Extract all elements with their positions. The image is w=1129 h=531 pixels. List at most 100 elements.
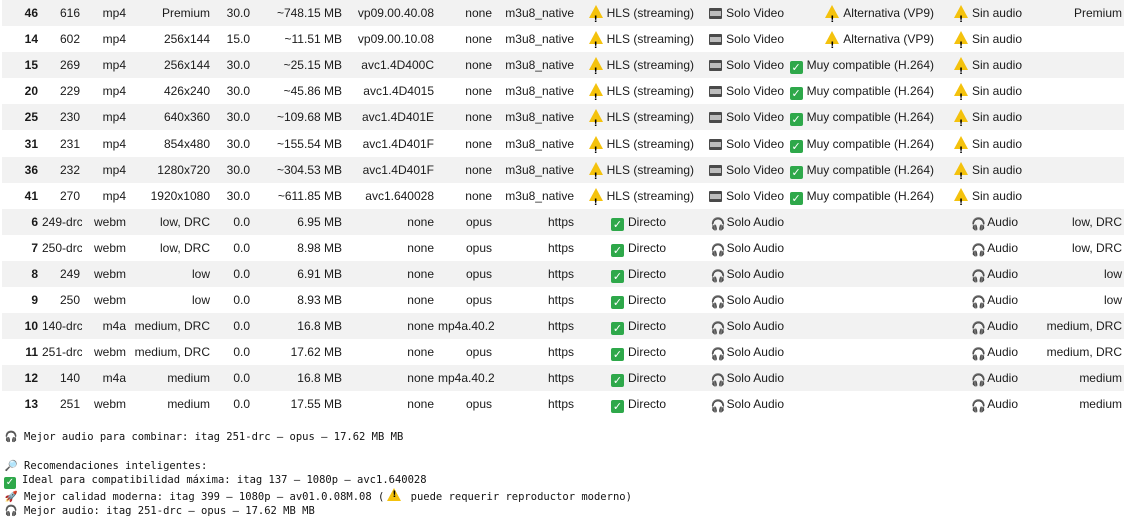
cell-size: ~155.54 MB [252, 130, 344, 157]
vcodec-text: vp09.00.10.08 [357, 32, 434, 47]
type-text: Solo Audio [726, 397, 784, 412]
cell-type: Solo Video [696, 52, 786, 79]
cell-size: 8.98 MB [252, 234, 344, 261]
cell-prot: ✓ Directo [576, 208, 696, 235]
audio-text: Audio [987, 214, 1018, 229]
num-text: 13 [24, 397, 38, 412]
type-text: Solo Video [726, 58, 784, 73]
rec-audio-text: Mejor audio: itag 251-drc — opus — 17.62… [24, 505, 315, 517]
cell-note [1024, 182, 1124, 209]
film-icon [709, 164, 723, 176]
cell-fps: 30.0 [212, 104, 252, 131]
cell-fps: 30.0 [212, 182, 252, 209]
cell-type: 🎧Solo Audio [696, 260, 786, 288]
table-row[interactable]: 25 230 mp4 640x360 30.0 ~109.68 MB avc1.4D401E… [2, 104, 1124, 131]
warning-icon [588, 57, 603, 78]
itag-text: 140-drc [42, 319, 82, 334]
cell-compat: ✓ Muy compatible (H.264) [786, 130, 936, 157]
audio-text: Sin audio [971, 84, 1022, 99]
cell-type: 🎧Solo Audio [696, 208, 786, 235]
headphones-icon: 🎧 [710, 373, 726, 388]
cell-audio: 🎧Audio [936, 208, 1024, 235]
best-audio-text: Mejor audio para combinar: itag 251-drc … [24, 431, 404, 443]
proto-text: https [547, 345, 574, 360]
cell-itag: 602 [40, 26, 82, 53]
table-row[interactable]: 7 250-drc webm low, DRC 0.0 8.98 MB none opus ht… [2, 234, 1124, 261]
table-row[interactable]: 9 250 webm low 0.0 8.93 MB none opus https ✓ Direc… [2, 287, 1124, 314]
acodec-text: mp4a.40.2 [438, 371, 494, 386]
cell-ext: mp4 [82, 182, 128, 209]
proto-text: m3u8_native [505, 32, 574, 47]
table-row[interactable]: 11 251-drc webm medium, DRC 0.0 17.62 MB none o… [2, 339, 1124, 366]
size-text: ~45.86 MB [283, 84, 342, 99]
prot-text: Directo [627, 214, 666, 229]
cell-res: 256x144 [128, 52, 212, 79]
warning-icon [953, 135, 968, 157]
table-row[interactable]: 10 140-drc m4a medium, DRC 0.0 16.8 MB none mp4… [2, 313, 1124, 340]
film-icon [709, 190, 723, 202]
acodec-text: none [465, 58, 492, 73]
table-row[interactable]: 31 231 mp4 854x480 30.0 ~155.54 MB avc1.4D401F… [2, 130, 1124, 157]
fps-text: 0.0 [233, 345, 250, 360]
table-row[interactable]: 13 251 webm medium 0.0 17.55 MB none opus https ✓… [2, 391, 1124, 418]
table-row[interactable]: 14 602 mp4 256x144 15.0 ~11.51 MB vp09.00.10.0… [2, 26, 1124, 53]
cell-proto: m3u8_native [494, 78, 576, 105]
cell-size: ~304.53 MB [252, 156, 344, 183]
cell-num: 8 [2, 260, 40, 288]
cell-prot: ✓ Directo [576, 365, 696, 392]
cell-prot: HLS (streaming) [576, 78, 696, 105]
proto-text: m3u8_native [505, 110, 574, 125]
note-text: Premium [1073, 6, 1122, 21]
table-row[interactable]: 12 140 m4a medium 0.0 16.8 MB none mp4a.40.2 htt… [2, 365, 1124, 392]
vcodec-text: vp09.00.40.08 [357, 6, 434, 21]
table-row[interactable]: 46 616 mp4 Premium 30.0 ~748.15 MB vp09.00.40.… [2, 0, 1124, 27]
table-row[interactable]: 8 249 webm low 0.0 6.91 MB none opus https ✓ Direc… [2, 260, 1124, 288]
film-icon [709, 8, 723, 20]
audio-text: Audio [987, 371, 1018, 386]
cell-acodec: none [436, 26, 494, 53]
table-row[interactable]: 41 270 mp4 1920x1080 30.0 ~611.85 MB avc1.6400… [2, 182, 1124, 209]
cell-type: 🎧Solo Audio [696, 287, 786, 314]
cell-vcodec: vp09.00.40.08 [344, 0, 436, 27]
table-row[interactable]: 36 232 mp4 1280x720 30.0 ~304.53 MB avc1.4D401… [2, 156, 1124, 183]
compat-text: Muy compatible (H.264) [806, 162, 934, 177]
cell-type: Solo Video [696, 104, 786, 131]
warning-icon [588, 109, 603, 130]
type-text: Solo Video [726, 84, 784, 99]
warning-icon [953, 109, 968, 130]
cell-num: 20 [2, 78, 40, 105]
headphones-icon: 🎧 [971, 321, 987, 336]
compat-text: Muy compatible (H.264) [806, 58, 934, 73]
cell-ext: webm [82, 287, 128, 314]
cell-fps: 30.0 [212, 156, 252, 183]
check-icon: ✓ [610, 217, 624, 231]
table-row[interactable]: 20 229 mp4 426x240 30.0 ~45.86 MB avc1.4D4015 n… [2, 78, 1124, 105]
rec-compat-line: ✓ Ideal para compatibilidad máxima: itag … [4, 474, 427, 489]
cell-compat [786, 391, 936, 418]
cell-proto: https [494, 260, 576, 288]
type-text: Solo Video [726, 162, 784, 177]
warning-icon [953, 187, 968, 209]
compat-text: Muy compatible (H.264) [806, 84, 934, 99]
fps-text: 0.0 [233, 266, 250, 281]
cell-prot: ✓ Directo [576, 313, 696, 340]
cell-vcodec: none [344, 260, 436, 288]
res-text: 1920x1080 [150, 188, 210, 203]
cell-ext: mp4 [82, 0, 128, 27]
itag-text: 250-drc [42, 240, 82, 255]
vcodec-text: avc1.4D401F [362, 162, 434, 177]
cell-vcodec: none [344, 365, 436, 392]
cell-proto: m3u8_native [494, 130, 576, 157]
cell-vcodec: avc1.640028 [344, 182, 436, 209]
table-row[interactable]: 6 249-drc webm low, DRC 0.0 6.95 MB none opus ht… [2, 208, 1124, 235]
type-text: Solo Audio [726, 371, 784, 386]
ext-text: mp4 [102, 188, 126, 203]
cell-vcodec: vp09.00.10.08 [344, 26, 436, 53]
cell-note [1024, 26, 1124, 53]
check-icon: ✓ [789, 191, 803, 205]
audio-text: Sin audio [971, 162, 1022, 177]
cell-prot: HLS (streaming) [576, 52, 696, 79]
table-row[interactable]: 15 269 mp4 256x144 30.0 ~25.15 MB avc1.4D400C n… [2, 52, 1124, 79]
audio-text: Sin audio [971, 188, 1022, 203]
fps-text: 30.0 [226, 84, 250, 99]
